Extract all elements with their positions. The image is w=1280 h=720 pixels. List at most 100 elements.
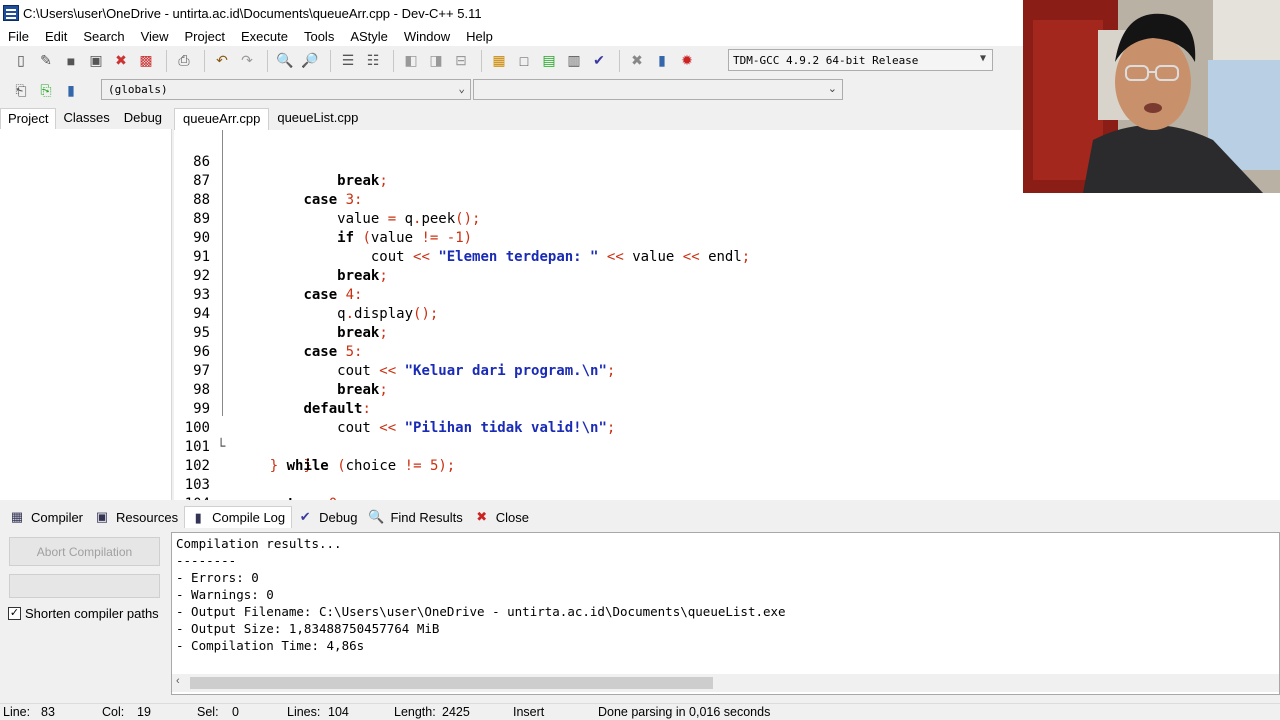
code-line: 89 if (value != -1) <box>174 191 1280 246</box>
debug-icon[interactable]: ✹ <box>676 50 698 72</box>
run-icon[interactable]: □ <box>513 50 535 72</box>
member-select[interactable]: ⌄ <box>473 79 843 100</box>
add-to-project-icon[interactable]: ⎘ <box>35 79 57 101</box>
tab-queuelist[interactable]: queueList.cpp <box>269 108 366 130</box>
close-all-icon[interactable]: ▩ <box>135 50 157 72</box>
menu-project[interactable]: Project <box>177 29 233 44</box>
code-line: 99 cout << "Pilihan tidak valid!\n"; <box>174 381 1280 436</box>
status-sel-value: 0 <box>232 705 239 719</box>
bookmark-icon[interactable]: ⊟ <box>450 50 472 72</box>
tab-project[interactable]: Project <box>0 108 57 129</box>
compile-run-icon[interactable]: ▤ <box>538 50 560 72</box>
log-line: - Output Filename: C:\Users\user\OneDriv… <box>176 604 786 619</box>
code-line: 100 └ } <box>174 400 1280 474</box>
toolbar-divider <box>619 49 620 72</box>
replace-icon[interactable]: 🔎 <box>299 50 321 72</box>
tab-compiler[interactable]: ▦ Compiler <box>4 506 89 528</box>
webcam-overlay <box>1023 0 1280 193</box>
status-message: Done parsing in 0,016 seconds <box>598 705 771 719</box>
compile-log-output[interactable]: Compilation results... -------- - Errors… <box>171 532 1280 695</box>
status-col-value: 19 <box>137 705 151 719</box>
scope-select[interactable]: (globals) ⌄ <box>101 79 471 100</box>
menu-astyle[interactable]: AStyle <box>342 29 396 44</box>
tab-resources-label: Resources <box>116 509 179 525</box>
undo-icon[interactable]: ↶ <box>211 50 233 72</box>
tab-compile-log[interactable]: ▮ Compile Log <box>184 506 293 528</box>
bottom-panel-tabs: ▦ Compiler ▣ Resources ▮ Compile Log ✔ D… <box>0 505 1280 529</box>
tab-classes[interactable]: Classes <box>56 108 116 129</box>
scrollbar-thumb[interactable] <box>190 677 713 689</box>
code-line: 103 return 0; <box>174 457 1280 500</box>
toolbar-divider <box>393 49 394 72</box>
bar-chart-icon: ▮ <box>194 509 202 525</box>
syntax-check-icon[interactable]: ✔ <box>588 50 610 72</box>
shorten-paths-checkbox[interactable]: ✓ <box>8 607 21 620</box>
save-all-icon[interactable]: ▣ <box>85 50 107 72</box>
devcpp-app-icon <box>3 5 19 21</box>
toolbar-divider <box>204 49 205 72</box>
new-file-icon[interactable]: ▯ <box>10 50 32 72</box>
compiler-select[interactable]: TDM-GCC 4.9.2 64-bit Release ▼ <box>728 49 993 71</box>
log-line: - Errors: 0 <box>176 570 259 585</box>
code-line: 97 break; <box>174 343 1280 398</box>
close-icon: ✖ <box>476 509 488 524</box>
open-file-icon[interactable]: ✎ <box>35 50 57 72</box>
indent-icon[interactable]: ☰ <box>337 50 359 72</box>
presenter-photo <box>1023 0 1280 193</box>
code-line: 98 default: <box>174 362 1280 417</box>
status-bar: Line: 83 Col: 19 Sel: 0 Lines: 104 Lengt… <box>0 703 1280 720</box>
status-length-label: Length: <box>394 705 436 719</box>
rebuild-icon[interactable]: ▥ <box>563 50 585 72</box>
tab-resources[interactable]: ▣ Resources <box>89 506 184 528</box>
tab-debug-bottom[interactable]: ✔ Debug <box>292 506 363 528</box>
chevron-down-icon: ▼ <box>979 53 986 64</box>
new-project-icon[interactable]: ⎗ <box>10 79 32 101</box>
menu-search[interactable]: Search <box>75 29 132 44</box>
status-line-value: 83 <box>41 705 55 719</box>
stop-icon[interactable]: ✖ <box>626 50 648 72</box>
tab-queuearr[interactable]: queueArr.cpp <box>174 108 270 130</box>
code-line: 93 q.display(); <box>174 267 1280 322</box>
grid-icon: ▦ <box>10 509 24 524</box>
save-icon[interactable]: ■ <box>60 50 82 72</box>
scope-select-value: (globals) <box>108 83 168 96</box>
compile-icon[interactable]: ▦ <box>488 50 510 72</box>
unindent-icon[interactable]: ☷ <box>362 50 384 72</box>
chevron-down-icon: ⌄ <box>827 83 837 95</box>
shorten-paths-label: Shorten compiler paths <box>25 606 159 621</box>
profile-icon[interactable]: ▮ <box>651 50 673 72</box>
redo-icon[interactable]: ↷ <box>236 50 258 72</box>
close-file-icon[interactable]: ✖ <box>110 50 132 72</box>
log-horizontal-scrollbar[interactable]: ‹ <box>172 674 1279 692</box>
print-icon[interactable]: ⎙ <box>173 50 195 72</box>
menu-help[interactable]: Help <box>458 29 501 44</box>
menu-file[interactable]: File <box>0 29 37 44</box>
tab-debug[interactable]: Debug <box>117 108 169 129</box>
project-options-icon[interactable]: ▮ <box>60 79 82 101</box>
toolbar-divider <box>481 49 482 72</box>
abort-compilation-button[interactable]: Abort Compilation <box>9 537 160 566</box>
menu-edit[interactable]: Edit <box>37 29 75 44</box>
forward-icon[interactable]: ◨ <box>425 50 447 72</box>
find-icon[interactable]: 🔍 <box>274 50 296 72</box>
title-bar: C:\Users\user\OneDrive - untirta.ac.id\D… <box>0 0 1023 26</box>
status-length-value: 2425 <box>442 705 470 719</box>
menu-window[interactable]: Window <box>396 29 458 44</box>
tab-compile-log-label: Compile Log <box>212 510 286 525</box>
menu-execute[interactable]: Execute <box>233 29 296 44</box>
code-line: 94 break; <box>174 286 1280 341</box>
code-line: 91 break; <box>174 229 1280 284</box>
code-line: 104 └ } <box>174 476 1280 500</box>
shorten-paths-option[interactable]: ✓ Shorten compiler paths <box>8 606 159 621</box>
code-line: 101 } while (choice != 5); <box>174 419 1280 474</box>
scroll-left-icon[interactable]: ‹ <box>176 675 180 687</box>
menu-tools[interactable]: Tools <box>296 29 342 44</box>
log-line: - Compilation Time: 4,86s <box>176 638 365 653</box>
line-number: 104 <box>174 495 210 500</box>
back-icon[interactable]: ◧ <box>400 50 422 72</box>
tab-find-results[interactable]: 🔍 Find Results <box>363 506 468 528</box>
tab-close[interactable]: ✖ Close <box>469 506 535 528</box>
log-line: - Output Size: 1,83488750457764 MiB <box>176 621 440 636</box>
menu-view[interactable]: View <box>133 29 177 44</box>
window-title: C:\Users\user\OneDrive - untirta.ac.id\D… <box>23 5 482 21</box>
